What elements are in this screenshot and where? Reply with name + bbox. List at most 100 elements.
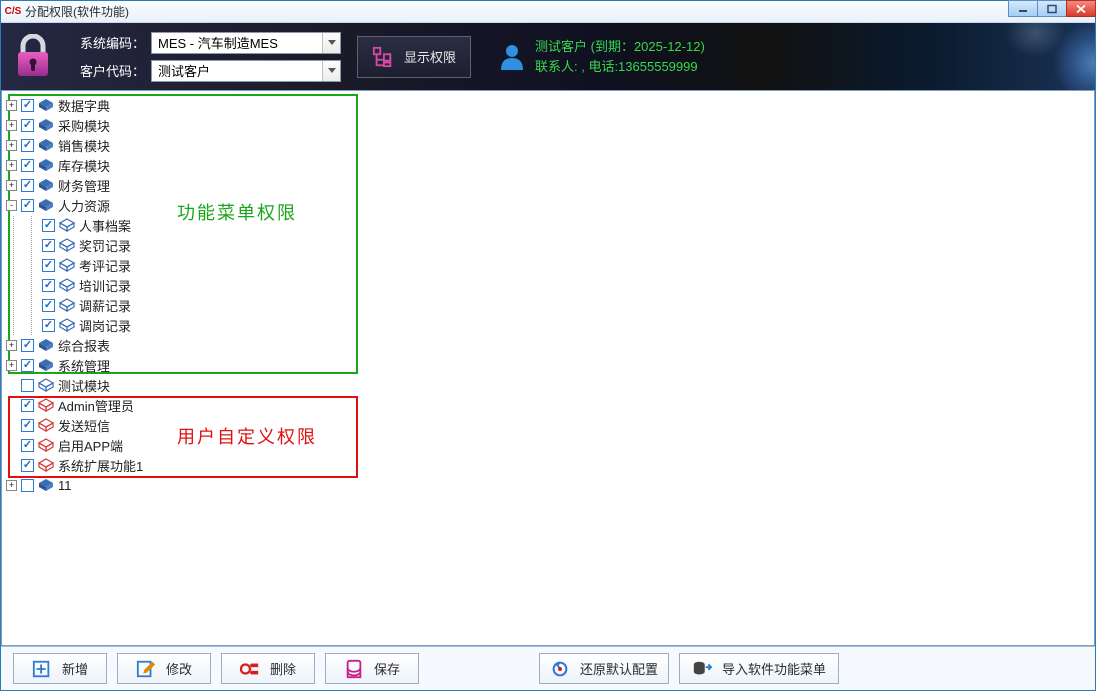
cube-icon [38, 118, 54, 132]
cube-outline-red-icon [38, 438, 54, 452]
cube-outline-icon [59, 238, 75, 252]
system-code-value: MES - 汽车制造MES [158, 33, 278, 52]
show-permission-button[interactable]: 显示权限 [357, 36, 471, 78]
expander-icon[interactable]: - [6, 200, 17, 211]
cube-icon [38, 138, 54, 152]
tree-item-hr[interactable]: - 人力资源 [4, 195, 1092, 215]
tree-item-hr-salary[interactable]: 调薪记录 [4, 295, 1092, 315]
header-bar: 系统编码： MES - 汽车制造MES 客户代码： 测试客户 显示权限 [1, 23, 1095, 90]
tree-item-hr-review[interactable]: 考评记录 [4, 255, 1092, 275]
permission-tree[interactable]: + 数据字典 + 采购模块 + 销售模块 + 库存模块 + 财务管理 [2, 91, 1094, 499]
app-icon: C/S [5, 5, 21, 19]
tree-item-sales[interactable]: + 销售模块 [4, 135, 1092, 155]
tree-item-admin[interactable]: Admin管理员 [4, 395, 1092, 415]
save-button[interactable]: 保存 [325, 653, 419, 684]
checkbox[interactable] [42, 219, 55, 232]
edit-label: 修改 [166, 659, 192, 678]
customer-code-select[interactable]: 测试客户 [151, 60, 341, 82]
window-title: 分配权限(软件功能) [25, 3, 129, 20]
checkbox[interactable] [21, 99, 34, 112]
checkbox[interactable] [21, 119, 34, 132]
chevron-down-icon[interactable] [322, 61, 340, 81]
minimize-button[interactable] [1008, 0, 1038, 17]
checkbox[interactable] [42, 279, 55, 292]
tree-label: 采购模块 [56, 116, 110, 135]
tree-label: 发送短信 [56, 416, 110, 435]
expander-icon[interactable]: + [6, 340, 17, 351]
tree-item-hr-reward[interactable]: 奖罚记录 [4, 235, 1092, 255]
tree-item-11[interactable]: + 11 [4, 475, 1092, 495]
import-menu-button[interactable]: 导入软件功能菜单 [679, 653, 839, 684]
tree-label: 人力资源 [56, 196, 110, 215]
restore-label: 还原默认配置 [580, 659, 658, 678]
cube-icon [38, 178, 54, 192]
tree-item-hr-personnel[interactable]: 人事档案 [4, 215, 1092, 235]
info-line2: 联系人: , 电话:13655559999 [535, 57, 705, 77]
cube-outline-red-icon [38, 418, 54, 432]
customer-code-value: 测试客户 [158, 61, 210, 80]
tree-item-system[interactable]: + 系统管理 [4, 355, 1092, 375]
tree-item-hr-transfer[interactable]: 调岗记录 [4, 315, 1092, 335]
expander-icon[interactable]: + [6, 360, 17, 371]
checkbox[interactable] [21, 179, 34, 192]
system-code-select[interactable]: MES - 汽车制造MES [151, 32, 341, 54]
tree-label: 销售模块 [56, 136, 110, 155]
tree-item-hr-training[interactable]: 培训记录 [4, 275, 1092, 295]
tree-item-inventory[interactable]: + 库存模块 [4, 155, 1092, 175]
cube-icon [38, 98, 54, 112]
expander-icon[interactable]: + [6, 120, 17, 131]
checkbox[interactable] [42, 299, 55, 312]
delete-button[interactable]: 删除 [221, 653, 315, 684]
tree-item-sms[interactable]: 发送短信 [4, 415, 1092, 435]
tree-item-procurement[interactable]: + 采购模块 [4, 115, 1092, 135]
checkbox[interactable] [21, 359, 34, 372]
tree-label: Admin管理员 [56, 396, 134, 415]
new-button[interactable]: 新增 [13, 653, 107, 684]
tree-item-data-dict[interactable]: + 数据字典 [4, 95, 1092, 115]
cube-icon [38, 158, 54, 172]
tree-item-ext1[interactable]: 系统扩展功能1 [4, 455, 1092, 475]
tree-item-finance[interactable]: + 财务管理 [4, 175, 1092, 195]
lock-icon [1, 23, 65, 90]
close-button[interactable] [1066, 0, 1096, 17]
expander-icon[interactable]: + [6, 140, 17, 151]
expander-icon[interactable]: + [6, 100, 17, 111]
checkbox[interactable] [21, 199, 34, 212]
expander-icon[interactable]: + [6, 160, 17, 171]
tree-label: 调岗记录 [77, 316, 131, 335]
cube-outline-icon [59, 218, 75, 232]
tree-label: 测试模块 [56, 376, 110, 395]
restore-default-button[interactable]: 还原默认配置 [539, 653, 669, 684]
checkbox[interactable] [21, 139, 34, 152]
checkbox[interactable] [21, 159, 34, 172]
tree-label: 考评记录 [77, 256, 131, 275]
checkbox[interactable] [21, 379, 34, 392]
save-label: 保存 [374, 659, 400, 678]
tree-item-test-module[interactable]: 测试模块 [4, 375, 1092, 395]
expander-icon[interactable]: + [6, 480, 17, 491]
checkbox[interactable] [42, 239, 55, 252]
maximize-button[interactable] [1037, 0, 1067, 17]
cube-icon [38, 478, 54, 492]
edit-button[interactable]: 修改 [117, 653, 211, 684]
expander-icon[interactable]: + [6, 180, 17, 191]
checkbox[interactable] [42, 259, 55, 272]
checkbox[interactable] [42, 319, 55, 332]
delete-label: 删除 [270, 659, 296, 678]
tree-item-reports[interactable]: + 综合报表 [4, 335, 1092, 355]
checkbox[interactable] [21, 339, 34, 352]
cube-outline-icon [59, 278, 75, 292]
info-line1: 测试客户 (到期：2025-12-12) [535, 37, 705, 57]
checkbox[interactable] [21, 459, 34, 472]
header-form: 系统编码： MES - 汽车制造MES 客户代码： 测试客户 [77, 26, 341, 88]
tree-label: 数据字典 [56, 96, 110, 115]
checkbox[interactable] [21, 439, 34, 452]
tree-item-app[interactable]: 启用APP端 [4, 435, 1092, 455]
tree-label: 库存模块 [56, 156, 110, 175]
user-icon [499, 42, 525, 72]
checkbox[interactable] [21, 419, 34, 432]
checkbox[interactable] [21, 399, 34, 412]
chevron-down-icon[interactable] [322, 33, 340, 53]
main-area: 功能菜单权限 用户自定义权限 + 数据字典 + 采购模块 + 销售模块 + 库存… [1, 90, 1095, 646]
checkbox[interactable] [21, 479, 34, 492]
